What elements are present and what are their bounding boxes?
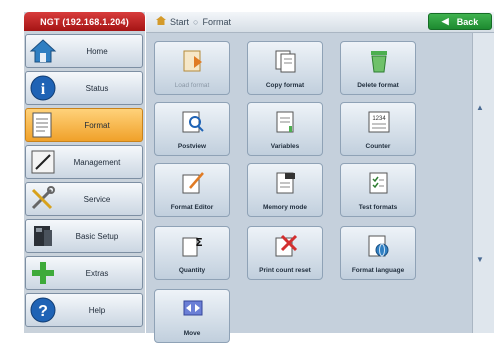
tile-label: Load format xyxy=(174,82,210,89)
tile-quantity[interactable]: Σ Quantity xyxy=(154,226,230,280)
tile-label: Print count reset xyxy=(259,267,311,274)
sidebar-item-management[interactable]: Management xyxy=(25,145,143,179)
svg-text:1234: 1234 xyxy=(372,116,386,122)
back-button-label: Back xyxy=(456,16,479,27)
recycle-bin-icon xyxy=(366,48,392,74)
tile-label: Variables xyxy=(270,143,300,150)
tile-label: Format language xyxy=(351,267,405,274)
tile-format-language[interactable]: Format language xyxy=(340,226,416,280)
scroll-down-arrow-icon[interactable]: ▼ xyxy=(476,255,484,264)
device-label: NGT (192.168.1.204) xyxy=(24,12,145,31)
tile-label: Counter xyxy=(365,143,391,150)
sidebar-item-status[interactable]: i Status xyxy=(25,71,143,105)
globe-document-icon xyxy=(366,233,392,259)
test-formats-icon xyxy=(366,170,392,196)
home-small-icon xyxy=(156,16,166,27)
tile-label: Copy format xyxy=(265,82,305,89)
breadcrumb-start[interactable]: Start xyxy=(170,17,189,27)
scrollbar[interactable]: ▲ ▼ xyxy=(472,33,494,333)
tile-label: Test formats xyxy=(358,204,398,211)
scroll-up-arrow-icon[interactable]: ▲ xyxy=(476,103,484,112)
tile-format-editor[interactable]: Format Editor xyxy=(154,163,230,217)
sidebar-item-format[interactable]: Format xyxy=(25,108,143,142)
arrow-left-icon: ◀ xyxy=(441,16,449,26)
sidebar-item-service[interactable]: Service xyxy=(25,182,143,216)
tile-label: Memory mode xyxy=(262,204,308,211)
sidebar-item-help[interactable]: ? Help xyxy=(25,293,143,327)
back-button[interactable]: ◀ Back xyxy=(428,13,492,30)
sidebar-item-label: Home xyxy=(86,46,108,56)
sidebar-item-label: Management xyxy=(73,157,121,167)
copy-format-icon xyxy=(273,48,299,74)
info-icon: i xyxy=(28,73,58,103)
printer-icon xyxy=(28,221,58,251)
memory-mode-icon xyxy=(273,170,299,196)
svg-text:i: i xyxy=(41,81,46,98)
format-editor-icon xyxy=(180,170,206,196)
sidebar-item-label: Basic Setup xyxy=(75,231,119,241)
tile-counter[interactable]: 1234 Counter xyxy=(340,102,416,156)
sidebar-item-extras[interactable]: Extras xyxy=(25,256,143,290)
sidebar-item-home[interactable]: Home xyxy=(25,34,143,68)
tile-variables[interactable]: Variables xyxy=(247,102,323,156)
tools-icon xyxy=(28,184,58,214)
home-icon xyxy=(28,36,58,66)
tile-label: Delete format xyxy=(357,82,399,89)
magnifier-document-icon xyxy=(180,109,206,135)
plus-icon xyxy=(28,258,58,288)
tile-label: Format Editor xyxy=(170,204,214,211)
tile-memory-mode[interactable]: Memory mode xyxy=(247,163,323,217)
sigma-icon: Σ xyxy=(180,233,206,259)
sidebar-item-label: Format xyxy=(84,120,110,130)
tile-delete-format[interactable]: Delete format xyxy=(340,41,416,95)
help-icon: ? xyxy=(28,295,58,325)
tile-move[interactable]: Move xyxy=(154,289,230,343)
reset-x-icon xyxy=(273,233,299,259)
breadcrumb-current: Format xyxy=(202,16,231,27)
format-tile-grid: Load format Copy format Delete format Po… xyxy=(146,33,472,343)
tile-print-count-reset[interactable]: Print count reset xyxy=(247,226,323,280)
counter-icon: 1234 xyxy=(366,109,392,135)
load-format-icon xyxy=(180,48,206,74)
top-bar: Start ○ Format ◀ Back xyxy=(146,12,494,33)
sidebar-item-label: Service xyxy=(83,194,111,204)
tile-copy-format[interactable]: Copy format xyxy=(247,41,323,95)
tile-label: Quantity xyxy=(178,267,206,274)
svg-text:?: ? xyxy=(38,303,48,320)
tile-test-formats[interactable]: Test formats xyxy=(340,163,416,217)
sidebar-item-label: Extras xyxy=(85,268,109,278)
breadcrumb: Start ○ Format xyxy=(156,16,231,27)
breadcrumb-separator-icon: ○ xyxy=(193,16,199,27)
tile-load-format[interactable]: Load format xyxy=(154,41,230,95)
move-arrows-icon xyxy=(180,296,206,322)
document-icon xyxy=(28,110,58,140)
tile-label: Move xyxy=(183,330,201,337)
variables-icon xyxy=(273,109,299,135)
sidebar-item-basic-setup[interactable]: Basic Setup xyxy=(25,219,143,253)
sidebar: NGT (192.168.1.204) Home i Status Format… xyxy=(24,12,145,333)
sidebar-item-label: Help xyxy=(88,305,106,315)
tile-postview[interactable]: Postview xyxy=(154,102,230,156)
pen-icon xyxy=(28,147,58,177)
sidebar-item-label: Status xyxy=(85,83,109,93)
svg-text:Σ: Σ xyxy=(195,236,203,249)
tile-label: Postview xyxy=(177,143,207,150)
